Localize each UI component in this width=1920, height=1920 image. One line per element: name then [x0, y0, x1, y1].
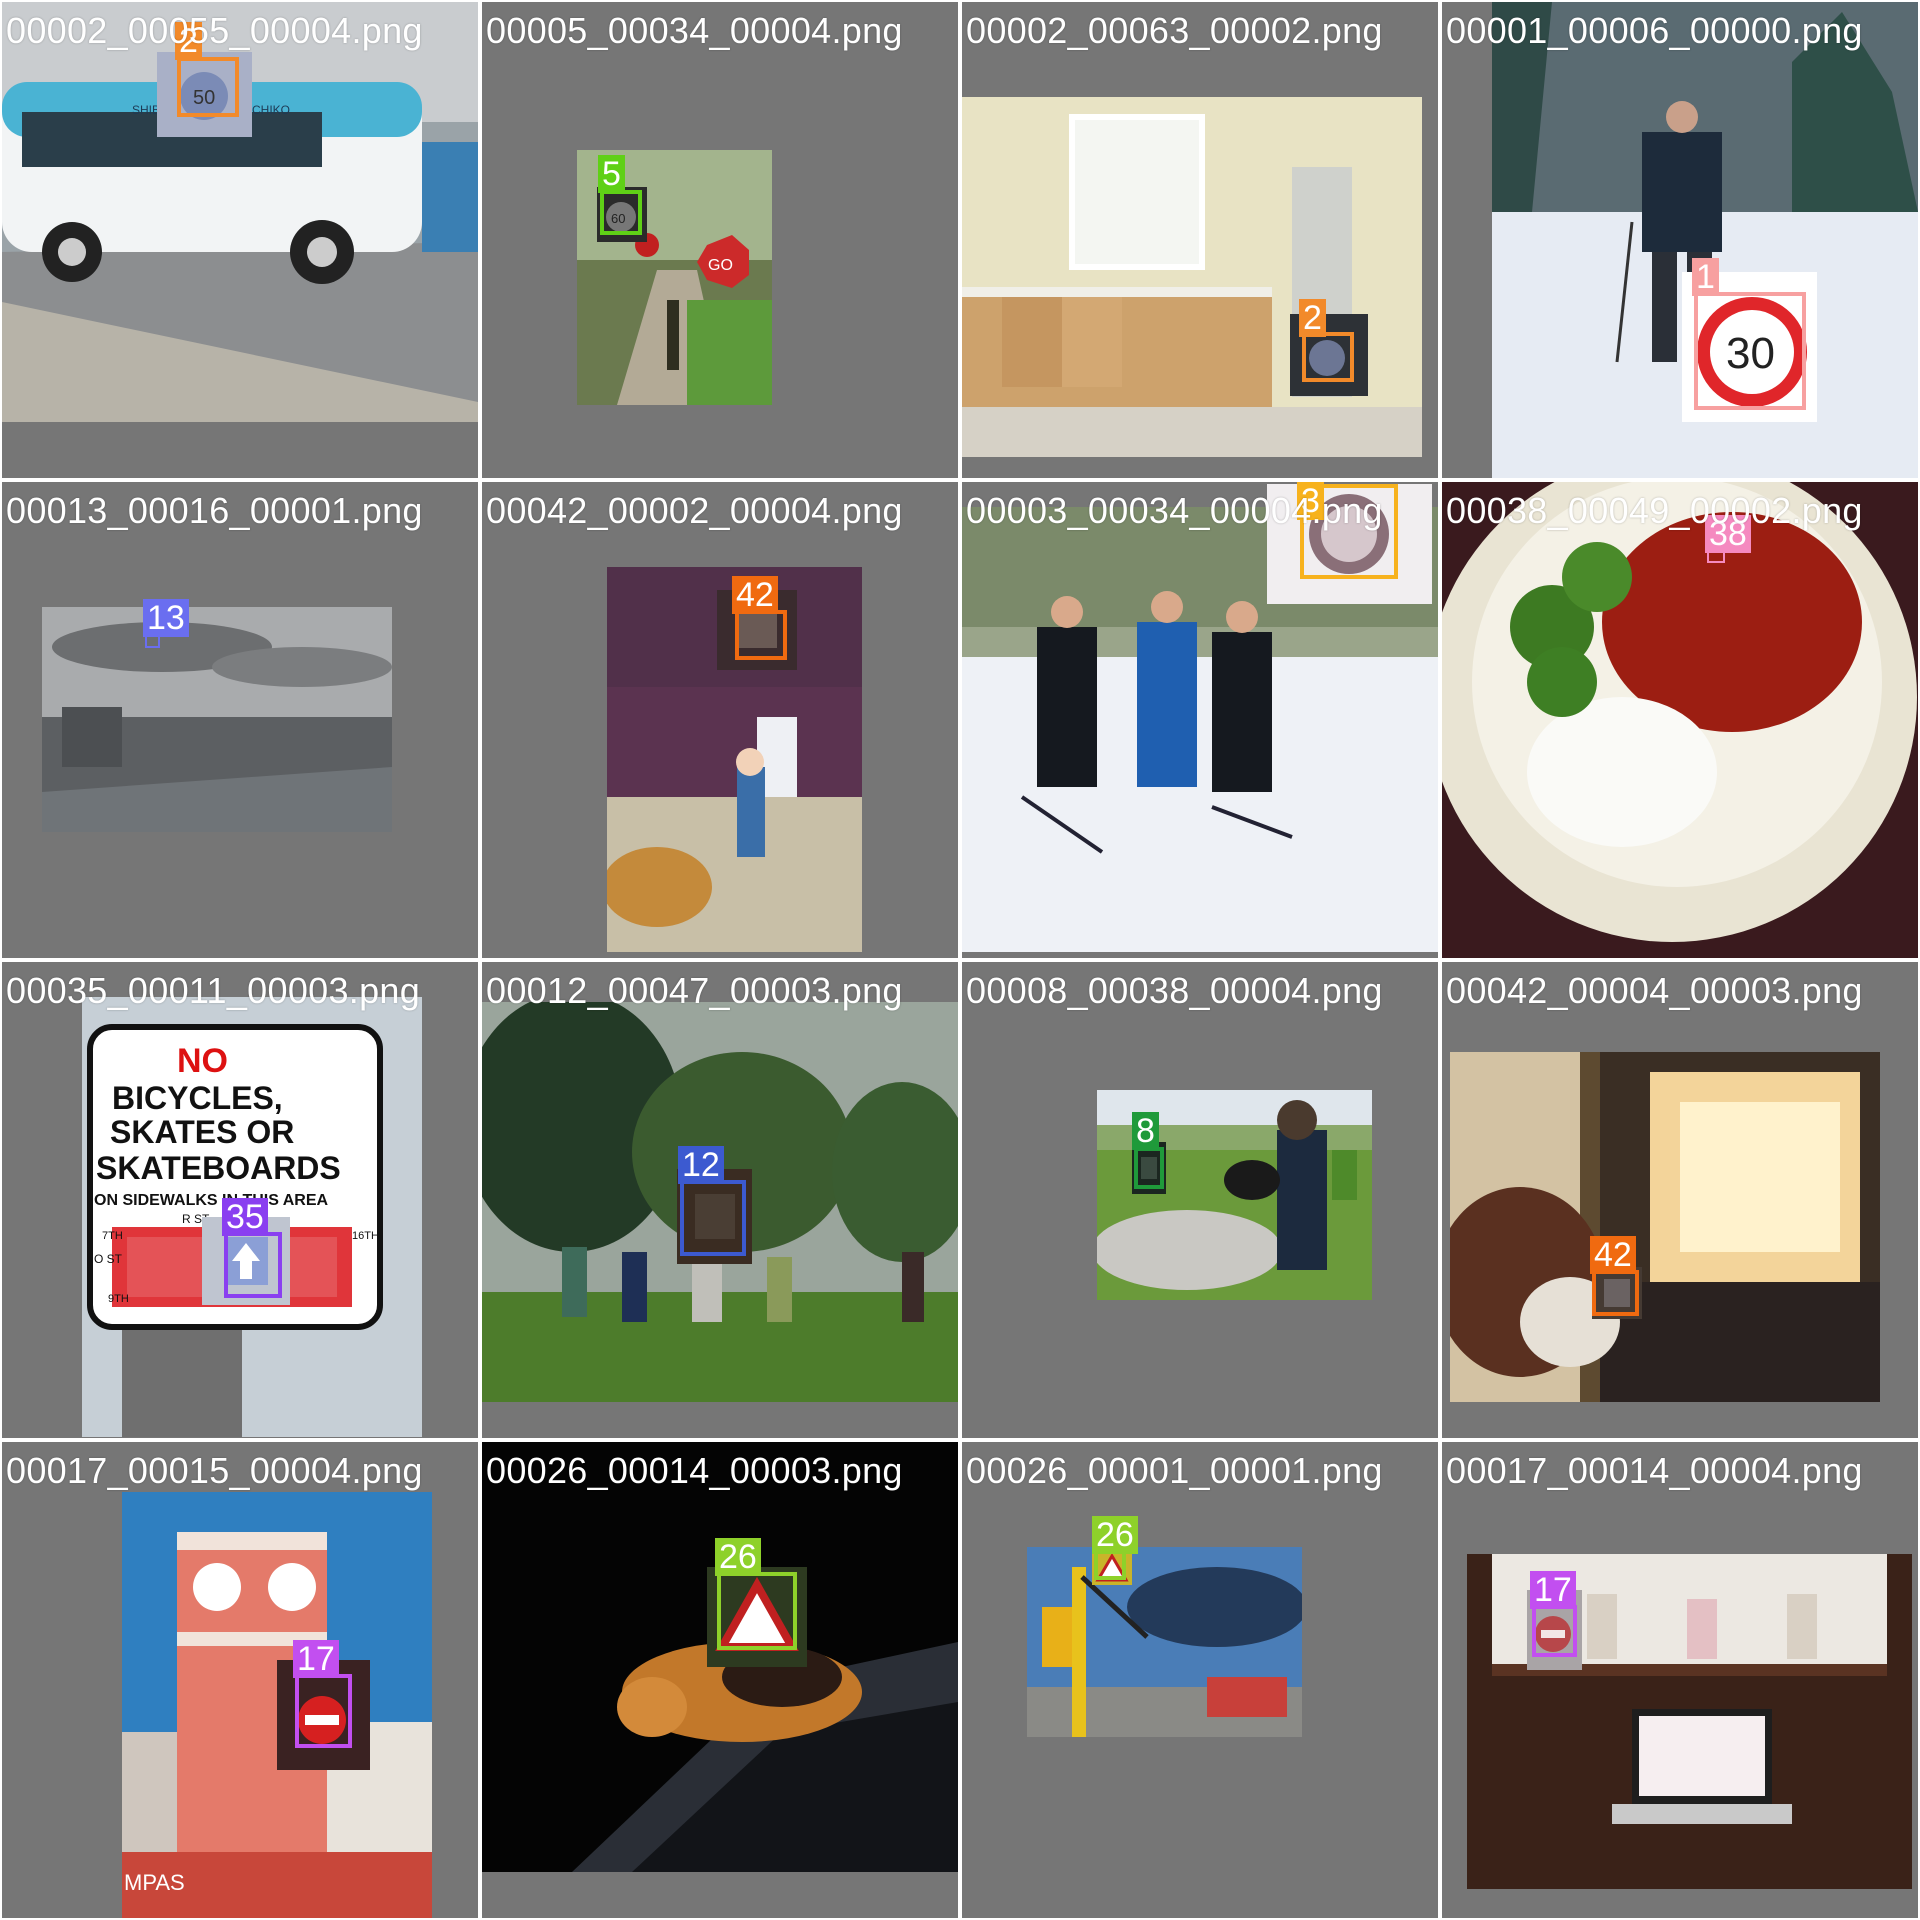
image-tile[interactable]: 3 00003_00034_00004.png [962, 482, 1438, 958]
tile-filename: 00008_00038_00004.png [966, 970, 1383, 1011]
tile-photo [1450, 1052, 1880, 1402]
class-label: 1 [1692, 258, 1719, 296]
tile-filename: 00002_00063_00002.png [966, 10, 1383, 51]
class-label: 26 [715, 1538, 761, 1576]
class-label: 26 [1092, 1516, 1138, 1554]
detection-box [1094, 1550, 1126, 1580]
tile-filename: 00001_00006_00000.png [1446, 10, 1863, 51]
tile-photo [962, 97, 1422, 457]
image-tile[interactable]: 30 1 00001_00006_00000.png [1442, 2, 1918, 478]
svg-text:SKATEBOARDS: SKATEBOARDS [96, 1150, 341, 1186]
class-label: 5 [598, 155, 625, 193]
class-label: 35 [222, 1198, 268, 1236]
image-tile[interactable]: 17 00017_00014_00004.png [1442, 1442, 1918, 1918]
svg-text:SKATES OR: SKATES OR [110, 1114, 294, 1150]
tile-filename: 00035_00011_00003.png [6, 970, 421, 1011]
class-label: 42 [1590, 1236, 1636, 1274]
image-tile[interactable]: 26 00026_00001_00001.png [962, 1442, 1438, 1918]
image-tile[interactable]: SHIBU CHIKO 50 2 00002_00055_00004.png [2, 2, 478, 478]
tile-photo [1442, 482, 1918, 958]
detection-box [1532, 1605, 1577, 1657]
svg-text:MPAS: MPAS [124, 1870, 185, 1895]
class-label: 12 [678, 1146, 724, 1184]
tile-filename: 00026_00014_00003.png [486, 1450, 903, 1491]
svg-text:9TH: 9TH [108, 1293, 129, 1305]
image-tile[interactable]: NO BICYCLES, SKATES OR SKATEBOARDS ON SI… [2, 962, 478, 1438]
tile-filename: 00012_00047_00003.png [486, 970, 903, 1011]
mosaic-grid: SHIBU CHIKO 50 2 00002_00055_00004.png G… [0, 0, 1920, 1920]
detection-box [177, 57, 239, 117]
tile-photo [42, 607, 392, 832]
tile-filename: 00017_00015_00004.png [6, 1450, 423, 1491]
tile-filename: 00002_00055_00004.png [6, 10, 423, 51]
image-tile[interactable]: GO 60 5 00005_00034_00004.png [482, 2, 958, 478]
svg-text:O ST: O ST [94, 1252, 123, 1266]
tile-filename: 00003_00034_00004.png [966, 490, 1383, 531]
svg-text:BICYCLES,: BICYCLES, [112, 1080, 283, 1116]
svg-text:NO: NO [177, 1042, 228, 1080]
svg-text:CHIKO: CHIKO [252, 103, 290, 117]
detection-box [735, 610, 787, 660]
tile-filename: 00017_00014_00004.png [1446, 1450, 1863, 1491]
image-tile[interactable]: 2 00002_00063_00002.png [962, 2, 1438, 478]
class-label: 42 [732, 576, 778, 614]
image-tile[interactable]: 42 00042_00002_00004.png [482, 482, 958, 958]
detection-box [680, 1180, 746, 1256]
detection-box [224, 1232, 282, 1298]
detection-box [600, 190, 642, 235]
svg-text:ON SIDEWALKS IN THIS AREA: ON SIDEWALKS IN THIS AREA [94, 1192, 329, 1209]
detection-box [1302, 332, 1354, 382]
svg-text:GO: GO [708, 257, 733, 274]
tile-filename: 00013_00016_00001.png [6, 490, 423, 531]
detection-box [717, 1572, 797, 1650]
image-tile[interactable]: 26 00026_00014_00003.png [482, 1442, 958, 1918]
svg-text:7TH: 7TH [102, 1230, 123, 1242]
detection-box [295, 1674, 352, 1748]
class-label: 13 [143, 599, 189, 637]
class-label: 8 [1132, 1112, 1159, 1150]
detection-box [1592, 1270, 1639, 1316]
tile-photo [1027, 1547, 1302, 1737]
class-label: 17 [293, 1640, 339, 1678]
image-tile[interactable]: 13 00013_00016_00001.png [2, 482, 478, 958]
image-tile[interactable]: 42 00042_00004_00003.png [1442, 962, 1918, 1438]
svg-text:16TH: 16TH [352, 1230, 379, 1242]
detection-box [1694, 292, 1806, 410]
class-label: 2 [1299, 299, 1326, 337]
tile-filename: 00042_00004_00003.png [1446, 970, 1863, 1011]
tile-filename: 00042_00002_00004.png [486, 490, 903, 531]
class-label: 17 [1530, 1571, 1576, 1609]
detection-box [1134, 1147, 1164, 1189]
tile-filename: 00005_00034_00004.png [486, 10, 903, 51]
image-tile[interactable]: 12 00012_00047_00003.png [482, 962, 958, 1438]
tile-filename: 00026_00001_00001.png [966, 1450, 1383, 1491]
image-tile[interactable]: 38 00038_00049_00002.png [1442, 482, 1918, 958]
tile-filename: 00038_00049_00002.png [1446, 490, 1863, 531]
image-tile[interactable]: MPAS 17 00017_00015_00004.png [2, 1442, 478, 1918]
image-tile[interactable]: 8 00008_00038_00004.png [962, 962, 1438, 1438]
